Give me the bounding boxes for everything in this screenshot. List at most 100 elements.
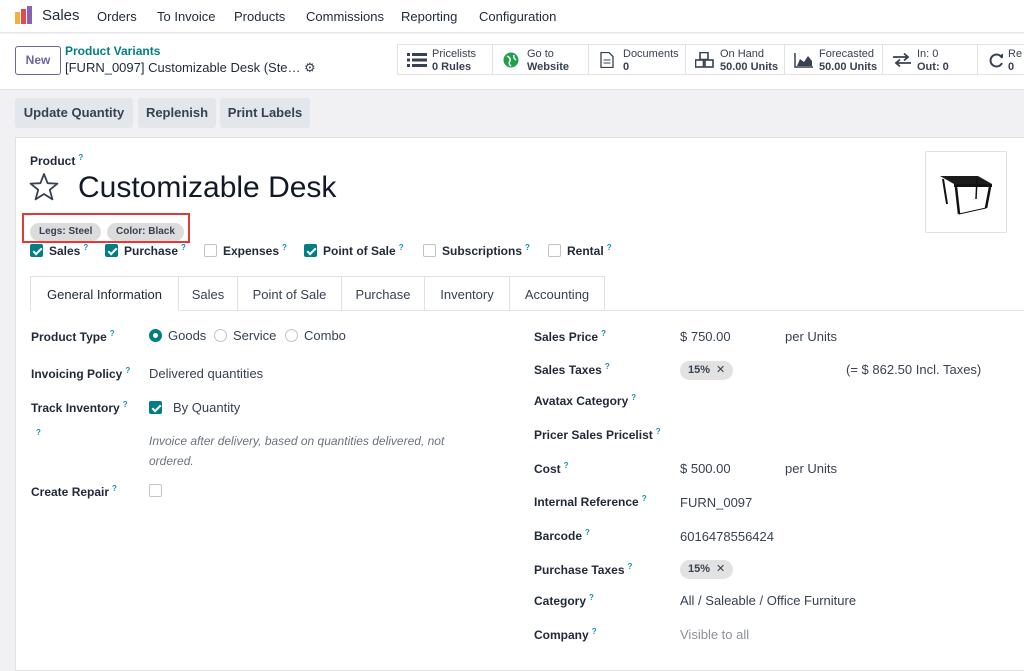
- checkbox-label-text: Sales: [49, 244, 81, 258]
- help-tooltip-icon[interactable]: ?: [36, 428, 41, 437]
- checkbox-label: Subscriptions?: [442, 243, 530, 258]
- smart-button-in-out[interactable]: In: 0 Out: 0: [882, 44, 977, 75]
- cost-input[interactable]: $ 500.00: [680, 461, 731, 476]
- help-tooltip-icon[interactable]: ?: [123, 400, 128, 409]
- remove-tag-icon[interactable]: ✕: [716, 364, 725, 376]
- internal-reference-input[interactable]: FURN_0097: [680, 495, 752, 510]
- radio-goods[interactable]: [149, 329, 162, 342]
- smart-button-on-hand[interactable]: On Hand 50.00 Units: [685, 44, 784, 75]
- breadcrumb-product-variants[interactable]: Product Variants: [65, 44, 160, 58]
- help-tooltip-icon[interactable]: ?: [631, 393, 636, 402]
- product-name[interactable]: Customizable Desk: [78, 171, 336, 205]
- cost-unit: per Units: [785, 461, 838, 476]
- field-label-pricer-sales-pricelist: Pricer Sales Pricelist?: [534, 427, 661, 442]
- replenish-button[interactable]: Replenish: [138, 98, 216, 128]
- desk-image: [940, 176, 992, 215]
- barcode-input[interactable]: 6016478556424: [680, 529, 774, 544]
- new-button[interactable]: New: [15, 46, 61, 75]
- sales-price-unit: per Units: [785, 329, 838, 344]
- checkbox-box[interactable]: [423, 244, 436, 257]
- gear-icon[interactable]: ⚙: [304, 60, 316, 76]
- star-icon[interactable]: [28, 171, 60, 203]
- update-quantity-button[interactable]: Update Quantity: [15, 98, 133, 128]
- smart-button-pricelists[interactable]: Pricelists 0 Rules: [397, 44, 492, 75]
- print-labels-button[interactable]: Print Labels: [220, 98, 310, 128]
- field-label-text: Barcode: [534, 529, 583, 543]
- field-label-text: Invoicing Policy: [31, 367, 123, 381]
- help-tooltip-icon[interactable]: ?: [399, 243, 404, 252]
- help-tooltip-icon[interactable]: ?: [605, 362, 610, 371]
- field-label-category: Category?: [534, 593, 594, 608]
- help-tooltip-icon[interactable]: ?: [181, 243, 186, 252]
- invoicing-policy-select[interactable]: Delivered quantities: [149, 366, 263, 381]
- product-image[interactable]: [925, 151, 1007, 233]
- app-logo-icon[interactable]: [14, 6, 34, 26]
- area-chart-icon: [794, 53, 813, 68]
- smart-button-replenishment[interactable]: Re 0: [977, 44, 1024, 75]
- checkbox-box[interactable]: [105, 244, 118, 257]
- smart-button-label: On Hand: [720, 48, 765, 60]
- help-tooltip-icon[interactable]: ?: [585, 528, 590, 537]
- help-tooltip-icon[interactable]: ?: [525, 243, 530, 252]
- help-tooltip-icon[interactable]: ?: [564, 461, 569, 470]
- field-label-barcode: Barcode?: [534, 528, 590, 543]
- product-label: Product?: [30, 153, 83, 168]
- menu-orders[interactable]: Orders: [97, 9, 137, 24]
- help-tooltip-icon[interactable]: ?: [642, 494, 647, 503]
- menu-commissions[interactable]: Commissions: [306, 9, 384, 24]
- smart-button-documents[interactable]: Documents 0: [588, 44, 685, 75]
- radio-label-goods[interactable]: Goods: [168, 328, 206, 343]
- help-tooltip-icon[interactable]: ?: [589, 593, 594, 602]
- help-tooltip-icon[interactable]: ?: [110, 329, 115, 338]
- help-tooltip-icon[interactable]: ?: [83, 243, 88, 252]
- attribute-tag-color: Color: Black: [107, 223, 184, 241]
- smart-button-label: In: 0: [917, 48, 939, 60]
- tab-point-of-sale[interactable]: Point of Sale: [238, 276, 342, 311]
- radio-label-combo[interactable]: Combo: [304, 328, 346, 343]
- help-tooltip-icon[interactable]: ?: [607, 243, 612, 252]
- help-tooltip-icon[interactable]: ?: [112, 484, 117, 493]
- field-label-product-type: Product Type?: [31, 329, 115, 344]
- menu-configuration[interactable]: Configuration: [479, 9, 556, 24]
- menu-reporting[interactable]: Reporting: [401, 9, 457, 24]
- purchase-tax-tag[interactable]: 15% ✕: [680, 560, 734, 579]
- tab-general-information[interactable]: General Information: [30, 276, 179, 311]
- create-repair-checkbox[interactable]: [149, 484, 162, 497]
- field-label-invoicing-policy: Invoicing Policy?: [31, 366, 130, 381]
- checkbox-label-text: Point of Sale: [323, 244, 396, 258]
- sales-tax-tag[interactable]: 15% ✕: [680, 361, 734, 380]
- sales-price-input[interactable]: $ 750.00: [680, 329, 731, 344]
- track-inventory-checkbox[interactable]: [149, 401, 162, 414]
- checkbox-box[interactable]: [30, 244, 43, 257]
- smart-button-value: Out: 0: [917, 61, 949, 73]
- checkbox-label-text: Purchase: [124, 244, 179, 258]
- checkbox-box[interactable]: [548, 244, 561, 257]
- help-tooltip-icon[interactable]: ?: [628, 562, 633, 571]
- smart-button-value: 0: [1008, 61, 1015, 73]
- help-tooltip-icon[interactable]: ?: [125, 366, 130, 375]
- tab-inventory[interactable]: Inventory: [425, 276, 510, 311]
- checkbox-box[interactable]: [204, 244, 217, 257]
- menu-to-invoice[interactable]: To Invoice: [157, 9, 216, 24]
- radio-label-service[interactable]: Service: [233, 328, 276, 343]
- tab-purchase[interactable]: Purchase: [342, 276, 425, 311]
- tab-accounting[interactable]: Accounting: [510, 276, 605, 311]
- radio-combo[interactable]: [285, 329, 298, 342]
- company-select[interactable]: Visible to all: [680, 627, 749, 642]
- help-tooltip-icon[interactable]: ?: [282, 243, 287, 252]
- tab-sales[interactable]: Sales: [179, 276, 238, 311]
- remove-tag-icon[interactable]: ✕: [716, 563, 725, 575]
- radio-service[interactable]: [214, 329, 227, 342]
- category-select[interactable]: All / Saleable / Office Furniture: [680, 593, 856, 608]
- help-tooltip-icon[interactable]: ?: [656, 427, 661, 436]
- help-tooltip-icon[interactable]: ?: [78, 153, 83, 162]
- smart-button-go-to-website[interactable]: Go to Website: [492, 44, 588, 75]
- help-tooltip-icon[interactable]: ?: [592, 627, 597, 636]
- smart-button-forecasted[interactable]: Forecasted 50.00 Units: [784, 44, 882, 75]
- checkbox-box[interactable]: [304, 244, 317, 257]
- field-label-create-repair: Create Repair?: [31, 484, 117, 499]
- menu-products[interactable]: Products: [234, 9, 285, 24]
- help-tooltip-icon[interactable]: ?: [601, 329, 606, 338]
- track-inventory-select[interactable]: By Quantity: [173, 400, 240, 415]
- app-name[interactable]: Sales: [42, 7, 80, 24]
